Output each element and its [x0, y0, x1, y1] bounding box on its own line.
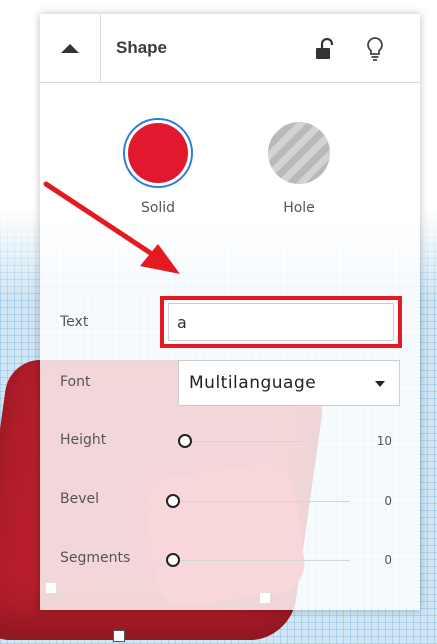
- hole-label: Hole: [283, 200, 315, 216]
- resize-handle[interactable]: [113, 630, 125, 642]
- bevel-value[interactable]: 0: [352, 494, 392, 508]
- font-dropdown[interactable]: Multilanguage: [178, 360, 400, 406]
- segments-slider-knob[interactable]: [166, 553, 180, 567]
- height-slider-track[interactable]: [178, 441, 308, 442]
- bevel-slider-knob[interactable]: [166, 494, 180, 508]
- height-slider-knob[interactable]: [178, 434, 192, 448]
- annotation-arrow-icon: [43, 181, 180, 274]
- bevel-slider-track[interactable]: [170, 501, 350, 502]
- chevron-down-icon: [375, 381, 385, 387]
- collapse-button[interactable]: [40, 14, 101, 82]
- segments-label: Segments: [60, 550, 131, 566]
- triangle-up-icon: [61, 43, 79, 53]
- shape-inspector-panel: Shape Solid Hole Text a Font Multilangua…: [40, 14, 420, 610]
- font-label: Font: [60, 374, 91, 390]
- text-label: Text: [60, 314, 89, 330]
- segments-value[interactable]: 0: [352, 553, 392, 567]
- lock-icon[interactable]: [314, 38, 336, 60]
- lightbulb-icon[interactable]: [364, 36, 386, 62]
- height-label: Height: [60, 432, 107, 448]
- segments-slider-track[interactable]: [170, 560, 350, 561]
- hole-option[interactable]: Hole: [254, 118, 344, 216]
- hole-pattern-swatch: [268, 122, 330, 184]
- text-input-highlight: a: [160, 296, 402, 348]
- text-input[interactable]: a: [168, 303, 394, 341]
- panel-title: Shape: [116, 38, 168, 57]
- solid-color-swatch: [128, 123, 188, 183]
- panel-header: Shape: [40, 14, 420, 83]
- bevel-label: Bevel: [60, 491, 100, 507]
- font-dropdown-value: Multilanguage: [189, 373, 317, 393]
- height-value[interactable]: 10: [352, 434, 392, 448]
